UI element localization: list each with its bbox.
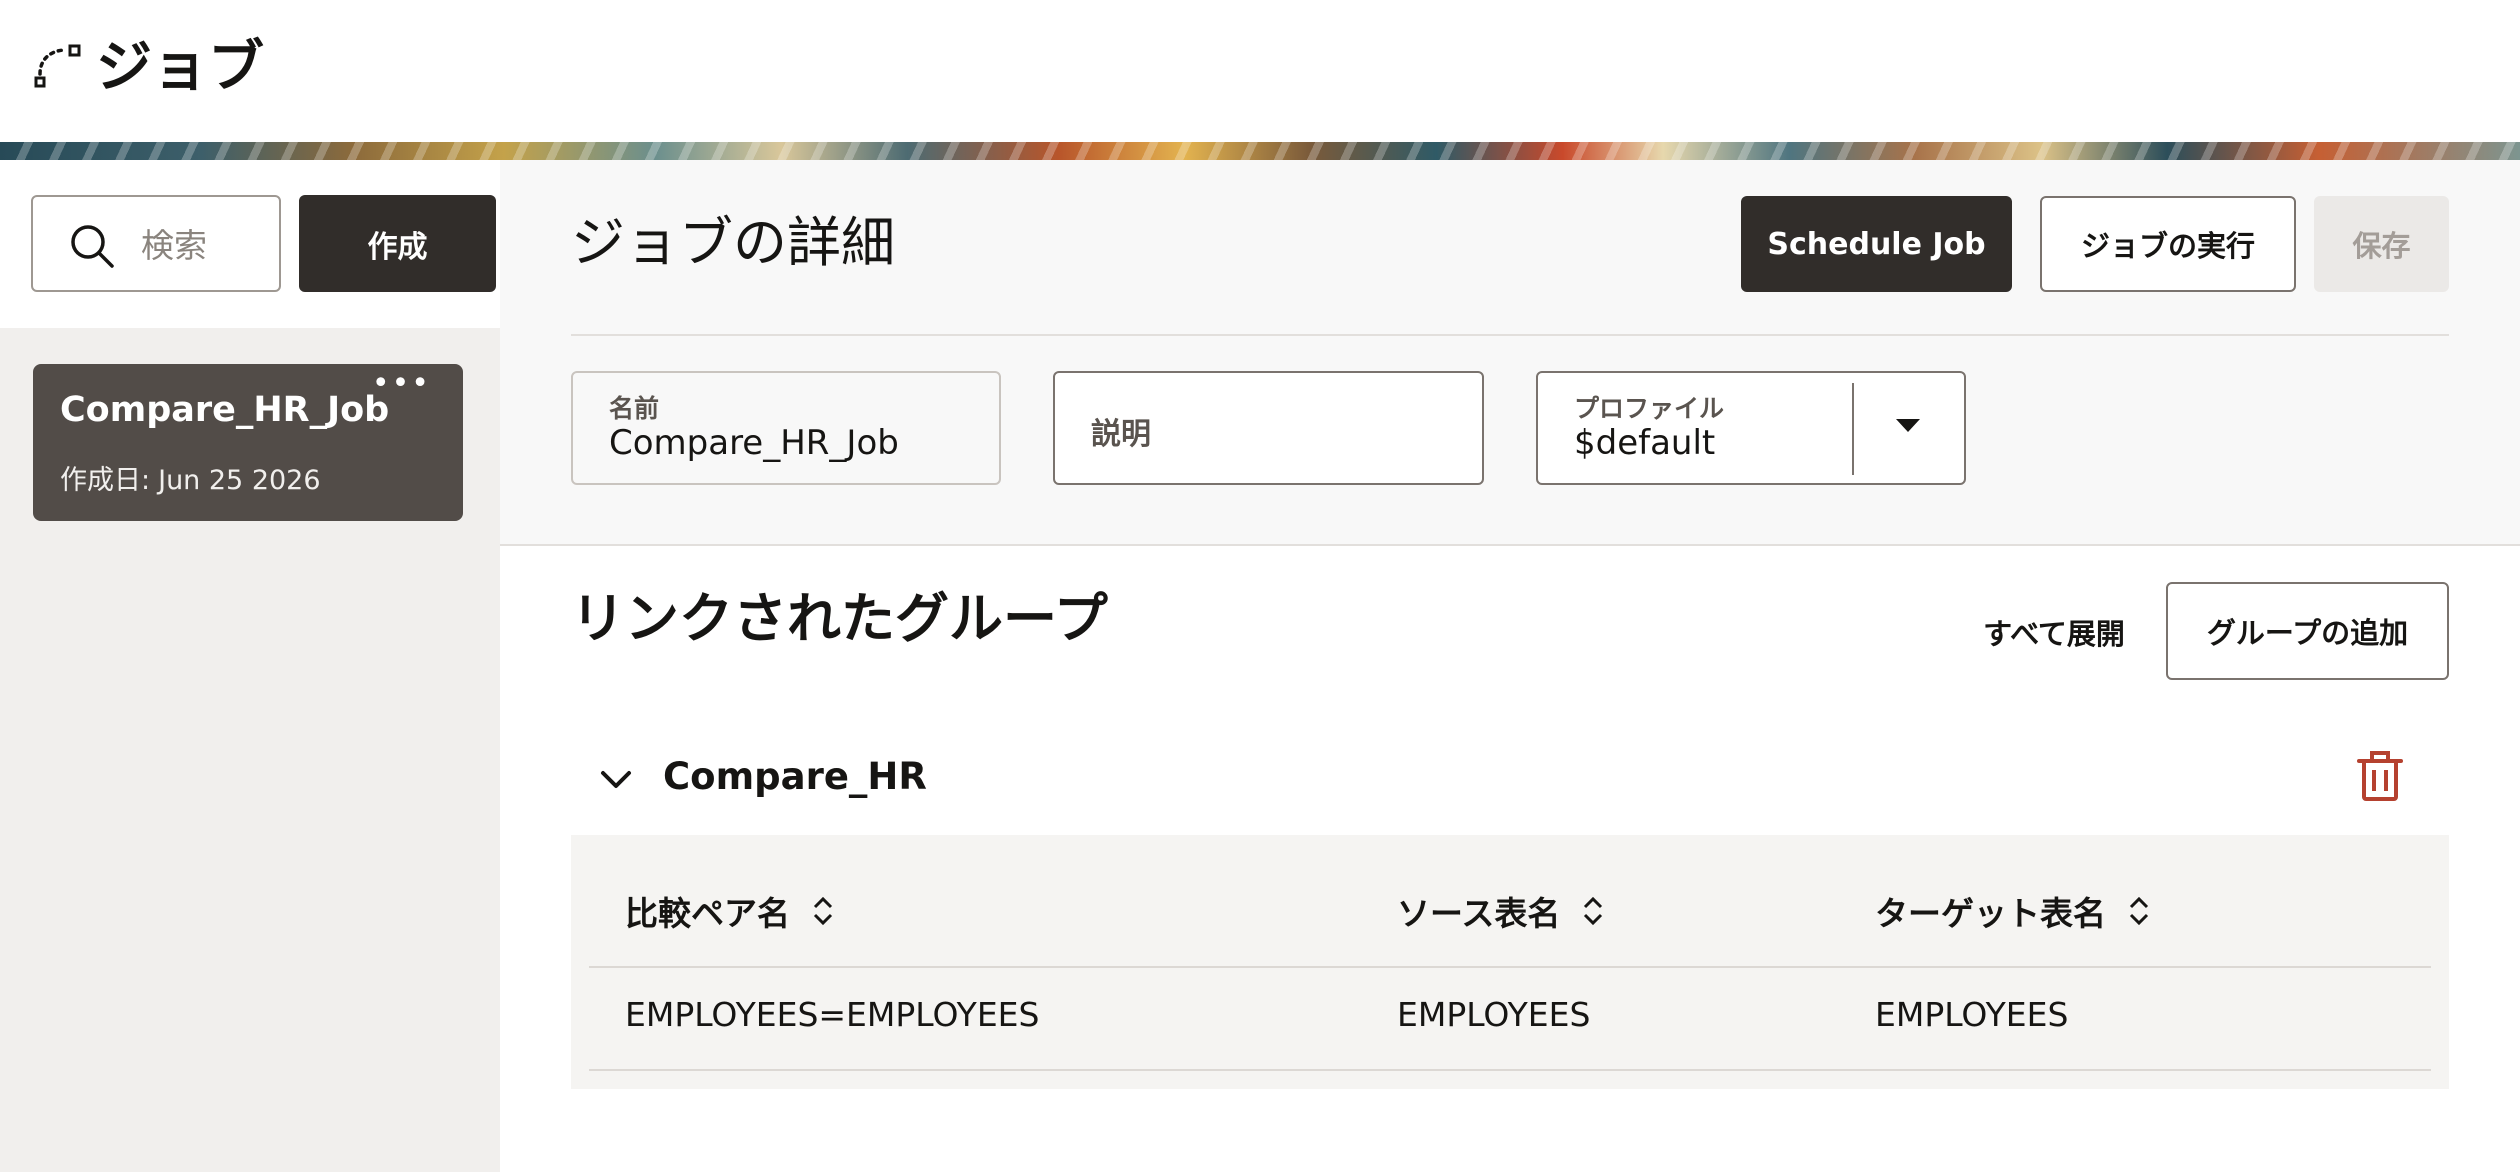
schedule-job-button[interactable]: Schedule Job — [1741, 196, 2012, 292]
name-field-value: Compare_HR_Job — [609, 423, 899, 463]
workflow-icon — [34, 44, 81, 88]
search-box[interactable] — [31, 195, 281, 292]
sidebar: 作成 ••• Compare_HR_Job 作成日:Jun 25 2026 — [0, 160, 500, 1172]
linked-groups-title: リンクされたグループ — [571, 587, 1108, 650]
divider — [571, 334, 2449, 336]
column-header-target-table[interactable]: ターゲット表名 — [1875, 887, 2150, 935]
profile-separator — [1852, 383, 1854, 475]
description-placeholder: 説明 — [1091, 417, 1151, 452]
name-field-label: 名前 — [609, 394, 660, 423]
save-button[interactable]: 保存 — [2314, 196, 2449, 292]
column-header-source-table[interactable]: ソース表名 — [1397, 887, 1604, 935]
description-field[interactable]: 説明 — [1053, 371, 1484, 485]
sort-icon[interactable] — [812, 893, 834, 929]
table-divider — [589, 1069, 2431, 1071]
table-divider — [589, 966, 2431, 968]
profile-value: $default — [1574, 423, 1716, 463]
job-card-title: Compare_HR_Job — [60, 390, 390, 430]
column-header-pair-name[interactable]: 比較ペア名 — [625, 887, 834, 935]
add-group-button[interactable]: グループの追加 — [2166, 582, 2449, 680]
name-field[interactable]: 名前 Compare_HR_Job — [571, 371, 1001, 485]
job-card[interactable]: ••• Compare_HR_Job 作成日: Jun 25 2026 — [33, 364, 463, 521]
job-card-created: 作成日: Jun 25 2026 — [60, 458, 329, 497]
page-title: ジョブ — [96, 35, 264, 100]
table-cell-pair-name[interactable]: EMPLOYEES=EMPLOYEES — [625, 995, 1039, 1034]
trash-icon[interactable] — [2355, 751, 2405, 803]
table-cell-target-table: EMPLOYEES — [1875, 995, 2069, 1034]
main-content: ジョブの詳細 Schedule Job ジョブの実行 保存 名前 Compare… — [500, 160, 2520, 1172]
column-header-label: ターゲット表名 — [1875, 894, 2106, 933]
details-title: ジョブの詳細 — [571, 211, 895, 274]
decorative-banner — [0, 142, 2520, 160]
search-icon — [71, 225, 114, 268]
collapse-chevron-icon[interactable] — [599, 763, 633, 797]
sort-icon[interactable] — [1582, 893, 1604, 929]
run-job-button[interactable]: ジョブの実行 — [2040, 196, 2296, 292]
profile-label: プロファイル — [1574, 394, 1725, 423]
column-header-label: 比較ペア名 — [625, 894, 790, 933]
chevron-down-icon[interactable] — [1896, 419, 1920, 432]
profile-select[interactable]: プロファイル $default — [1536, 371, 1966, 485]
column-header-label: ソース表名 — [1397, 894, 1561, 933]
created-date: Jun 25 2026 — [158, 465, 321, 496]
sidebar-toolbar: 作成 — [0, 160, 500, 328]
compare-pairs-table: 比較ペア名 ソース表名 ターゲット表名 EMPLOYEES=EMPLOYEES … — [571, 835, 2449, 1089]
group-name: Compare_HR — [663, 755, 927, 798]
expand-all-button[interactable]: すべて展開 — [1948, 584, 2160, 680]
create-button[interactable]: 作成 — [299, 195, 496, 292]
search-input[interactable] — [141, 217, 271, 273]
sort-icon[interactable] — [2128, 893, 2150, 929]
table-cell-source-table: EMPLOYEES — [1397, 995, 1591, 1034]
app-header: ジョブ — [0, 0, 2520, 142]
created-label: 作成日: — [60, 465, 151, 496]
group-header[interactable]: Compare_HR — [571, 735, 2449, 825]
job-details-section: ジョブの詳細 Schedule Job ジョブの実行 保存 名前 Compare… — [500, 160, 2520, 546]
